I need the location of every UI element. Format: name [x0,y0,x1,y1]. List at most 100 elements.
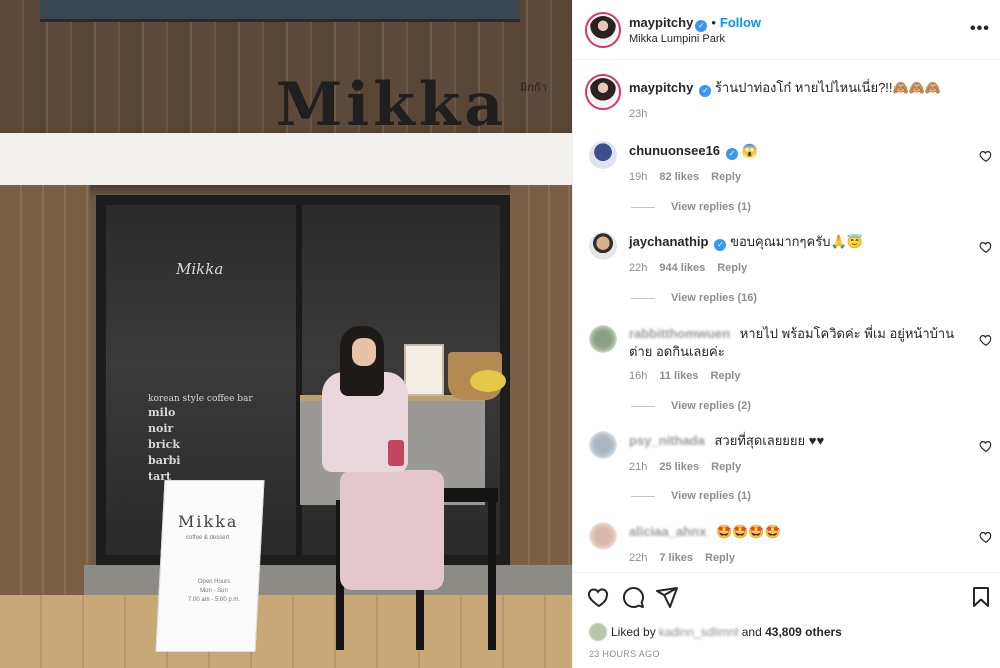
comment-text-block: psy_nithada สวยที่สุดเลยยยย ♥♥ [629,432,959,450]
liked-by-connector: and [741,625,762,639]
window-menu-1: milo [148,406,176,419]
comments-list[interactable]: maypitchy ✓ ร้านปาท่องโก๋ หายไปไหนเนี่ย?!… [573,61,1000,571]
comment-text-block: jaychanathip ✓ ขอบคุณมากๆครับ🙏😇 [629,233,959,251]
comment-username[interactable]: aliciaa_ahnx [629,524,706,539]
author-line: maypitchy ✓ • Follow [629,14,761,32]
verified-icon: ✓ [726,148,739,160]
more-icon[interactable]: ••• [970,20,990,38]
commenter-avatar[interactable] [589,141,617,169]
reply-button[interactable]: Reply [705,552,735,564]
person-face [352,338,376,366]
window-menu-2: noir [148,422,174,435]
comment-text: สวยที่สุดเลยยยย ♥♥ [714,433,825,448]
comment-meta: 22h 7 likes Reply [629,552,747,564]
comment-text-block: chunuonsee16 ✓ 😱 [629,142,959,160]
window-menu-4: barbi [148,454,181,467]
view-replies-button[interactable]: View replies (1) [631,490,751,502]
reply-button[interactable]: Reply [711,370,741,382]
comment-text: 🤩🤩🤩🤩 [715,524,781,539]
person-legs [340,470,444,590]
comment-time[interactable]: 16h [629,370,647,382]
commenter-avatar[interactable] [589,325,617,353]
aframe-subtitle: coffee & dessert [186,535,230,541]
comment-time[interactable]: 22h [629,262,647,274]
replies-line [631,495,655,497]
comment-username[interactable]: psy_nithada [629,433,705,448]
comment-meta: 21h 25 likes Reply [629,461,753,473]
caption-avatar[interactable] [585,74,621,110]
sidewalk [0,595,572,668]
commenter-avatar[interactable] [589,431,617,459]
commenter-avatar[interactable] [589,232,617,260]
reply-button[interactable]: Reply [711,461,741,473]
verified-icon: ✓ [695,20,708,32]
facade-right [510,185,572,595]
post-photo[interactable]: Mikka มิกก้า Mikka korean style coffee b… [0,0,572,668]
view-replies-button[interactable]: View replies (16) [631,292,757,304]
comment-likes[interactable]: 82 likes [659,171,699,183]
view-replies-label: View replies (16) [671,292,758,304]
comment-time[interactable]: 22h [629,552,647,564]
stool-leg [488,500,496,650]
comment-username[interactable]: rabbitthomwuen [629,326,730,341]
author-avatar[interactable] [585,12,621,48]
awning [0,133,572,185]
caption-text-block: maypitchy ✓ ร้านปาท่องโก๋ หายไปไหนเนี่ย?!… [629,79,959,97]
upper-window [40,0,520,22]
comment-likes[interactable]: 11 likes [659,370,698,382]
heart-icon[interactable] [979,149,993,163]
comment-likes[interactable]: 25 likes [659,461,699,473]
heart-icon[interactable] [979,333,993,347]
heart-icon[interactable] [587,585,611,609]
flowers [470,370,506,392]
caption-time[interactable]: 23h [629,108,647,120]
post-panel: maypitchy ✓ • Follow Mikka Lumpini Park •••… [572,0,1000,668]
comment-meta: 19h 82 likes Reply [629,171,753,183]
commenter-avatar[interactable] [589,522,617,550]
post-time-ago[interactable]: 23 HOURS AGO [589,649,660,659]
shop-sign: Mikka [276,70,508,140]
view-replies-label: View replies (1) [671,490,751,502]
comment-likes[interactable]: 7 likes [659,552,693,564]
heart-icon[interactable] [979,439,993,453]
liked-by[interactable]: Liked by kadinn_sdlimnt and 43,809 others [589,623,842,641]
comment-likes[interactable]: 944 likes [659,262,705,274]
verified-icon: ✓ [699,85,712,97]
bookmark-icon[interactable] [969,585,993,609]
comment-text: 😱 [741,143,758,158]
reply-button[interactable]: Reply [711,171,741,183]
comment-time[interactable]: 19h [629,171,647,183]
follow-button[interactable]: Follow [720,15,761,30]
comment-time[interactable]: 21h [629,461,647,473]
view-replies-label: View replies (1) [671,201,751,213]
reply-button[interactable]: Reply [717,262,747,274]
share-icon[interactable] [655,585,679,609]
facade-left [0,185,90,595]
caption-username[interactable]: maypitchy [629,80,693,95]
author-username[interactable]: maypitchy [629,15,693,30]
separator-dot: • [711,15,716,30]
caption-meta: 23h [629,108,659,120]
heart-icon[interactable] [979,530,993,544]
view-replies-button[interactable]: View replies (1) [631,201,751,213]
replies-line [631,405,655,407]
liked-by-prefix: Liked by [611,625,656,639]
view-replies-button[interactable]: View replies (2) [631,400,751,412]
comment-icon[interactable] [621,585,645,609]
comment-text-block: rabbitthomwuen หายไป พร้อมโควิดค่ะ พี่เม… [629,325,959,361]
comment-username[interactable]: jaychanathip [629,234,708,249]
verified-icon: ✓ [714,239,727,251]
shop-sign-thai: มิกก้า [520,82,547,94]
comment-text-block: aliciaa_ahnx 🤩🤩🤩🤩 [629,523,959,541]
heart-icon[interactable] [979,240,993,254]
action-bar: Liked by kadinn_sdlimnt and 43,809 others … [573,572,1000,668]
post-location[interactable]: Mikka Lumpini Park [629,33,725,45]
drink-cup [388,440,404,466]
comment-username[interactable]: chunuonsee16 [629,143,720,158]
liked-by-count[interactable]: 43,809 others [765,625,842,639]
comment-text: ขอบคุณมากๆครับ🙏😇 [730,234,863,249]
liked-by-user[interactable]: kadinn_sdlimnt [659,625,739,639]
replies-line [631,206,655,208]
aframe-hours: Open Hours Mon - Sun 7.00 am - 5.00 p.m. [187,579,241,603]
post-header: maypitchy ✓ • Follow Mikka Lumpini Park ••• [573,0,1000,60]
